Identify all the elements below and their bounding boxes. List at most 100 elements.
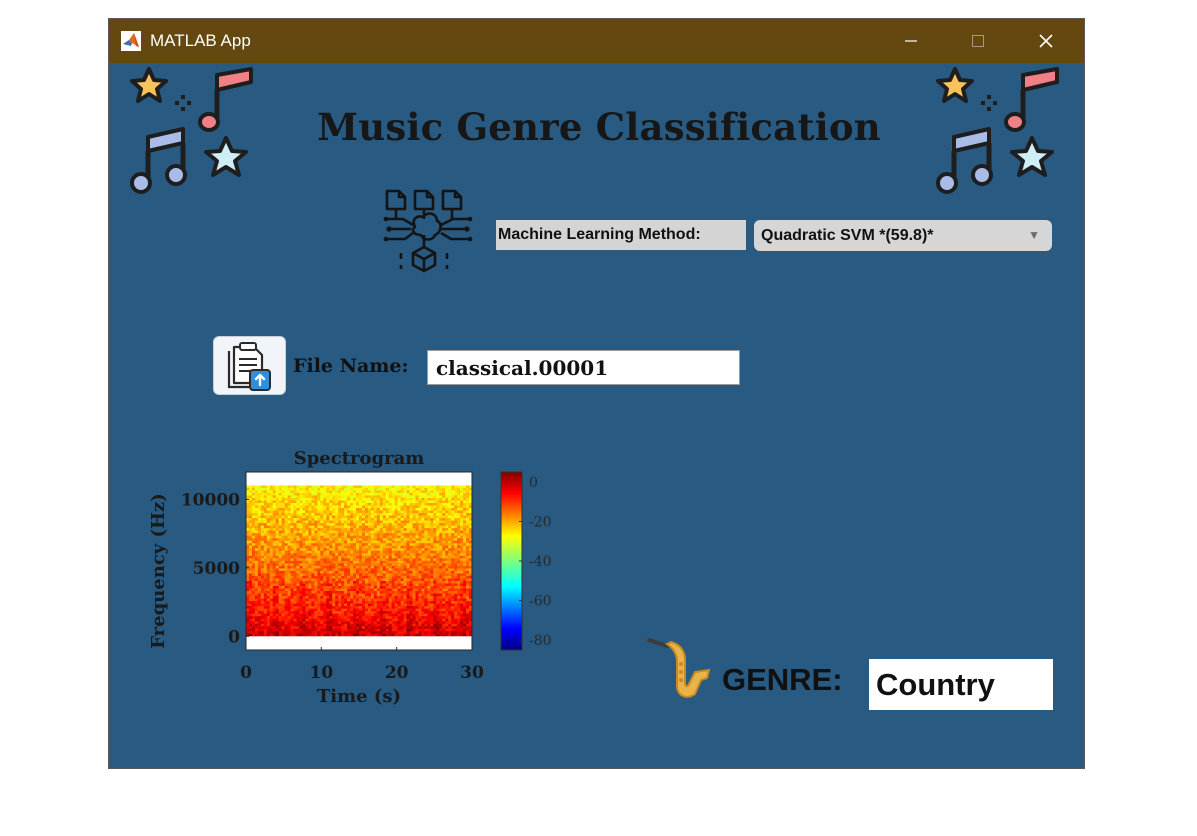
spectrogram-cell bbox=[254, 601, 259, 605]
spectrogram-cell bbox=[412, 500, 417, 504]
spectrogram-cell bbox=[403, 520, 408, 524]
file-name-field[interactable]: classical.00001 bbox=[427, 350, 740, 385]
spectrogram-cell bbox=[284, 490, 289, 494]
spectrogram-cell bbox=[356, 606, 360, 610]
spectrogram-cell bbox=[451, 573, 455, 577]
spectrogram-cell bbox=[430, 628, 434, 632]
spectrogram-cell bbox=[436, 513, 440, 517]
ml-method-dropdown[interactable]: Quadratic SVM *(59.8)* ▼ bbox=[754, 220, 1052, 251]
spectrogram-cell bbox=[293, 621, 298, 625]
spectrogram-cell bbox=[341, 568, 345, 572]
spectrogram-cell bbox=[314, 621, 318, 625]
spectrogram-cell bbox=[433, 601, 437, 605]
spectrogram-cell bbox=[320, 502, 324, 507]
spectrogram-cell bbox=[415, 500, 420, 504]
spectrogram-cell bbox=[284, 568, 289, 572]
spectrogram-cell bbox=[367, 525, 372, 529]
spectrogram-cell bbox=[397, 510, 402, 514]
spectrogram-cell bbox=[466, 550, 470, 554]
spectrogram-cell bbox=[469, 487, 472, 491]
spectrogram-cell bbox=[326, 563, 330, 567]
spectrogram-cell bbox=[460, 591, 464, 595]
spectrogram-cell bbox=[260, 618, 265, 622]
spectrogram-cell bbox=[418, 530, 423, 534]
spectrogram-cell bbox=[287, 492, 292, 497]
spectrogram-cell bbox=[293, 515, 298, 519]
spectrogram-cell bbox=[260, 616, 265, 620]
spectrogram-cell bbox=[460, 565, 464, 569]
spectrogram-cell bbox=[329, 575, 333, 580]
spectrogram-cell bbox=[263, 550, 268, 554]
spectrogram-cell bbox=[442, 575, 446, 580]
spectrogram-cell bbox=[370, 502, 375, 507]
spectrogram-cell bbox=[361, 543, 366, 547]
spectrogram-cell bbox=[406, 585, 411, 590]
spectrogram-cell bbox=[400, 618, 405, 622]
spectrogram-cell bbox=[335, 515, 339, 519]
spectrogram-cell bbox=[293, 497, 298, 502]
spectrogram-cell bbox=[424, 553, 428, 557]
spectrogram-cell bbox=[463, 613, 467, 617]
spectrogram-cell bbox=[397, 631, 402, 635]
spectrogram-cell bbox=[451, 555, 455, 559]
spectrogram-cell bbox=[370, 525, 375, 529]
spectrogram-cell bbox=[451, 583, 455, 587]
spectrogram-cell bbox=[326, 505, 330, 509]
spectrogram-cell bbox=[305, 520, 310, 524]
spectrogram-cell bbox=[248, 505, 253, 509]
spectrogram-cell bbox=[254, 598, 259, 602]
spectrogram-cell bbox=[257, 535, 262, 539]
spectrogram-cell bbox=[269, 580, 274, 585]
spectrogram-cell bbox=[284, 603, 289, 607]
spectrogram-cell bbox=[347, 613, 351, 617]
music-note-icon bbox=[198, 67, 253, 132]
title-bar[interactable]: MATLAB App bbox=[109, 19, 1084, 63]
spectrogram-cell bbox=[350, 613, 354, 617]
spectrogram-cell bbox=[281, 548, 286, 552]
spectrogram-cell bbox=[367, 565, 372, 569]
close-button[interactable] bbox=[1023, 19, 1069, 63]
load-file-button[interactable] bbox=[214, 337, 285, 394]
spectrogram-cell bbox=[451, 588, 455, 592]
maximize-button[interactable] bbox=[955, 19, 1001, 63]
spectrogram-cell bbox=[299, 553, 304, 557]
spectrogram-cell bbox=[361, 515, 366, 519]
spectrogram-cell bbox=[290, 631, 295, 635]
spectrogram-cell bbox=[344, 533, 348, 537]
spectrogram-cell bbox=[415, 626, 420, 630]
spectrogram-cell bbox=[290, 626, 295, 630]
spectrogram-cell bbox=[436, 543, 440, 547]
spectrogram-cell bbox=[394, 543, 399, 547]
spectrogram-cell bbox=[400, 628, 405, 632]
spectrogram-cell bbox=[460, 545, 464, 549]
spectrogram-cell bbox=[302, 485, 307, 489]
spectrogram-cell bbox=[382, 510, 387, 514]
minimize-button[interactable] bbox=[888, 19, 934, 63]
spectrogram-cell bbox=[248, 633, 253, 637]
spectrogram-cell bbox=[284, 565, 289, 569]
spectrogram-cell bbox=[376, 575, 381, 580]
spectrogram-cell bbox=[353, 550, 357, 554]
spectrogram-cell bbox=[391, 513, 396, 517]
spectrogram-cell bbox=[329, 507, 333, 512]
spectrogram-cell bbox=[275, 510, 280, 514]
spectrogram-cell bbox=[418, 500, 423, 504]
spectrogram-cell bbox=[424, 507, 428, 512]
spectrogram-cell bbox=[379, 525, 384, 529]
spectrogram-cell bbox=[284, 621, 289, 625]
spectrogram-cell bbox=[320, 560, 324, 564]
spectrogram-cell bbox=[359, 603, 363, 607]
spectrogram-cell bbox=[347, 616, 351, 620]
spectrogram-cell bbox=[272, 608, 277, 612]
spectrogram-cell bbox=[454, 623, 458, 627]
spectrogram-cell bbox=[338, 550, 342, 554]
spectrogram-cell bbox=[326, 585, 330, 590]
spectrogram-cell bbox=[397, 543, 402, 547]
spectrogram-cell bbox=[338, 598, 342, 602]
spectrogram-cell bbox=[448, 548, 452, 552]
spectrogram-cell bbox=[335, 608, 339, 612]
spectrogram-cell bbox=[391, 555, 396, 559]
spectrogram-cell bbox=[341, 495, 345, 499]
spectrogram-cell bbox=[421, 618, 426, 622]
spectrogram-cell bbox=[332, 523, 336, 527]
